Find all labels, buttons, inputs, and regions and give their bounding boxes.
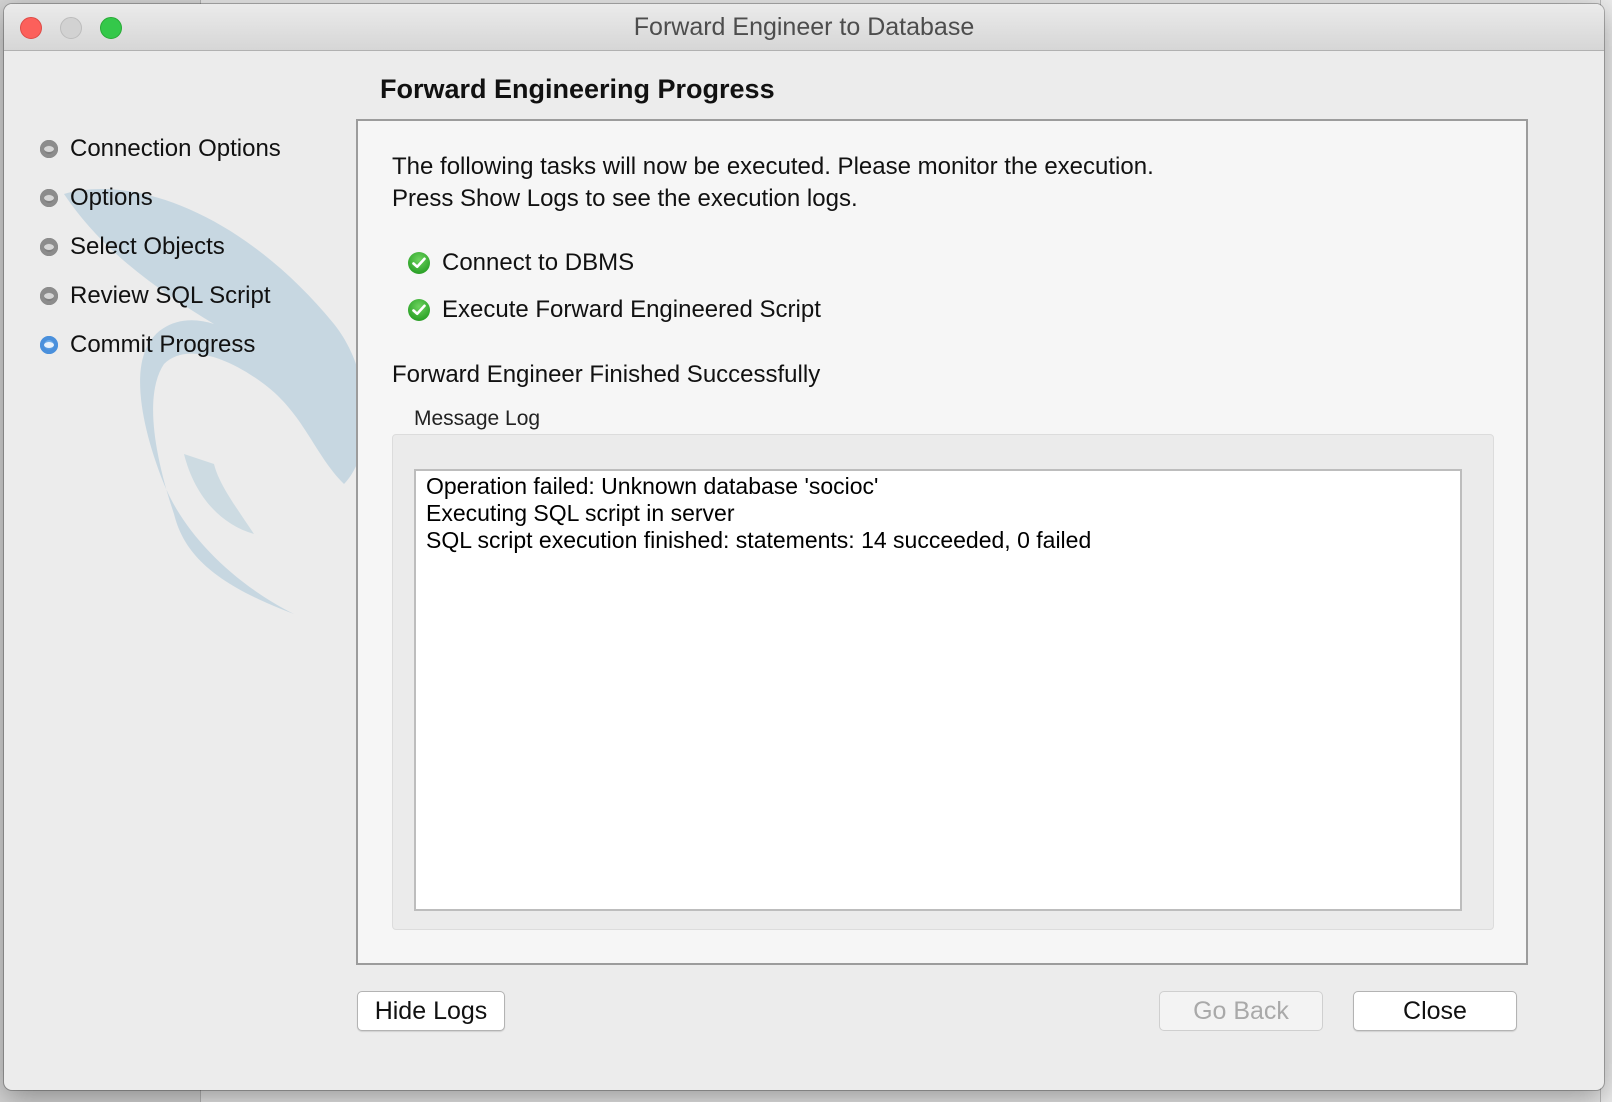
active-step-bullet-icon bbox=[40, 335, 58, 354]
status-message: Forward Engineer Finished Successfully bbox=[392, 361, 821, 388]
step-label: Options bbox=[70, 183, 153, 211]
step-label: Connection Options bbox=[70, 134, 281, 162]
message-log-textarea[interactable]: Operation failed: Unknown database 'soci… bbox=[414, 469, 1462, 911]
step-options: Options bbox=[40, 173, 360, 222]
log-line: Executing SQL script in server bbox=[426, 500, 735, 526]
step-connection-options: Connection Options bbox=[40, 124, 360, 173]
window-title: Forward Engineer to Database bbox=[633, 13, 975, 41]
go-back-button[interactable]: Go Back bbox=[1159, 991, 1323, 1031]
close-button[interactable]: Close bbox=[1353, 991, 1517, 1031]
step-select-objects: Select Objects bbox=[40, 222, 360, 271]
step-bullet-icon bbox=[40, 188, 58, 207]
intro-line-2: Press Show Logs to see the execution log… bbox=[392, 185, 858, 212]
task-connect-dbms: Connect to DBMS bbox=[408, 249, 634, 277]
intro-text: The following tasks will now be executed… bbox=[392, 151, 1154, 215]
progress-panel: The following tasks will now be executed… bbox=[356, 119, 1528, 965]
intro-line-1: The following tasks will now be executed… bbox=[392, 153, 1154, 180]
check-circle-icon bbox=[408, 299, 430, 321]
step-review-sql-script: Review SQL Script bbox=[40, 271, 360, 320]
wizard-steps: Connection Options Options Select Object… bbox=[40, 124, 360, 369]
title-bar: Forward Engineer to Database bbox=[4, 4, 1604, 51]
step-commit-progress: Commit Progress bbox=[40, 320, 360, 369]
task-execute-script: Execute Forward Engineered Script bbox=[408, 296, 821, 324]
page-title: Forward Engineering Progress bbox=[380, 74, 775, 104]
step-label: Commit Progress bbox=[70, 330, 256, 358]
task-label: Execute Forward Engineered Script bbox=[442, 296, 821, 323]
forward-engineer-dialog: Forward Engineer to Database Connection … bbox=[4, 4, 1604, 1090]
step-bullet-icon bbox=[40, 237, 58, 256]
message-log-label: Message Log bbox=[414, 407, 541, 430]
step-label: Select Objects bbox=[70, 232, 225, 260]
log-line: Operation failed: Unknown database 'soci… bbox=[426, 473, 879, 499]
task-label: Connect to DBMS bbox=[442, 249, 635, 276]
step-bullet-icon bbox=[40, 139, 58, 158]
log-line: SQL script execution finished: statement… bbox=[426, 527, 1092, 553]
message-log-group: Operation failed: Unknown database 'soci… bbox=[392, 434, 1494, 930]
check-circle-icon bbox=[408, 252, 430, 274]
step-bullet-icon bbox=[40, 286, 58, 305]
step-label: Review SQL Script bbox=[70, 281, 271, 309]
hide-logs-button[interactable]: Hide Logs bbox=[357, 991, 505, 1031]
